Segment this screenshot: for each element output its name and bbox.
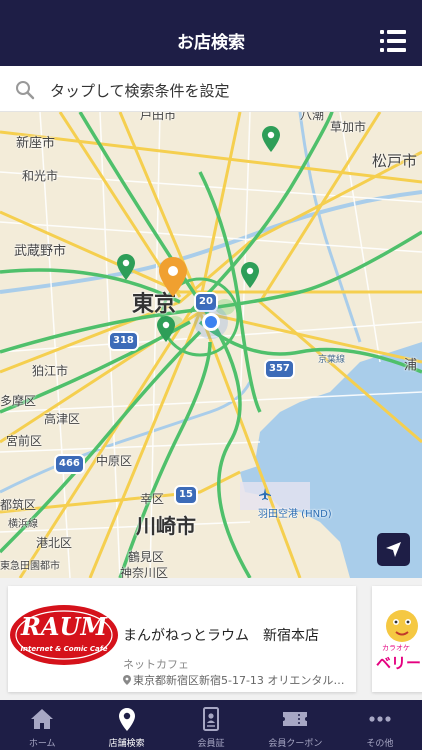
shop-address-text: 東京都新宿区新宿5-17-13 オリエンタルビル	[133, 674, 353, 687]
route-shield: 466	[54, 454, 85, 474]
route-shield: 15	[174, 485, 198, 505]
app-header: お店検索	[0, 0, 422, 66]
shop-address: 東京都新宿区新宿5-17-13 オリエンタルビル	[123, 672, 353, 688]
route-shield: 318	[108, 331, 139, 351]
route-shield: 20	[194, 292, 218, 312]
map-pin-icon	[118, 708, 135, 731]
map-label: 宮前区	[6, 434, 43, 448]
shop-card[interactable]: RAUM Internet & Comic Cafe まんがねっとラウム 新宿本…	[8, 586, 356, 692]
selected-shop-pin-icon[interactable]	[159, 257, 187, 297]
tab-member-coupon[interactable]: 会員クーポン	[253, 700, 337, 750]
shop-pin-icon[interactable]	[157, 316, 175, 342]
map-label: 狛江市	[32, 364, 69, 378]
shop-logo-next-top: カラオケ	[382, 644, 410, 652]
page-title: お店検索	[177, 33, 245, 53]
map-label: 和光市	[22, 169, 59, 183]
menu-icon[interactable]	[380, 30, 406, 52]
map-view[interactable]: 戸田市 八潮 草加市 新座市 和光市 松戸市 武蔵野市 東京 狛江市 多摩区 高…	[0, 112, 422, 578]
search-placeholder: タップして検索条件を設定	[50, 82, 230, 100]
search-icon	[16, 81, 35, 100]
shop-logo-subtext: Internet & Comic Cafe	[20, 645, 107, 653]
tab-home[interactable]: ホーム	[0, 700, 84, 750]
map-label: 戸田市	[140, 112, 177, 122]
tab-other[interactable]: その他	[338, 700, 422, 750]
coupon-icon	[283, 712, 308, 726]
current-location-dot	[202, 313, 220, 331]
shop-card-next[interactable]: カラオケ ベリー	[372, 586, 422, 692]
map-label: 幸区	[140, 492, 165, 506]
map-label: 草加市	[330, 120, 367, 134]
shop-pin-icon[interactable]	[241, 262, 259, 288]
map-label: 浦	[404, 358, 418, 373]
shop-card-carousel[interactable]: RAUM Internet & Comic Cafe まんがねっとラウム 新宿本…	[0, 578, 422, 700]
map-label: 港北区	[36, 536, 73, 550]
map-label: 中原区	[96, 454, 133, 468]
tab-member-card[interactable]: 会員証	[169, 700, 253, 750]
navigation-arrow-icon	[386, 542, 401, 557]
map-label: 八潮	[300, 112, 325, 122]
tab-label: 会員クーポン	[268, 739, 323, 749]
map-label-airport: 羽田空港 (HND)	[258, 509, 332, 520]
shop-category: ネットカフェ	[123, 658, 189, 671]
home-icon	[31, 709, 54, 729]
route-shield: 357	[264, 359, 295, 379]
tab-label: ホーム	[28, 739, 56, 749]
shop-logo: RAUM Internet & Comic Cafe	[10, 605, 118, 665]
my-location-button[interactable]	[377, 533, 410, 566]
shop-logo-next: カラオケ ベリー	[376, 610, 421, 672]
map-canvas	[0, 112, 422, 578]
tab-shop-search[interactable]: 店舗検索	[84, 700, 168, 750]
tab-label: 店舗検索	[108, 739, 145, 749]
shop-pin-icon[interactable]	[262, 126, 280, 152]
shop-pin-icon[interactable]	[117, 254, 135, 280]
map-label: 東急田園都市	[0, 561, 60, 572]
shop-logo-next-brand: ベリー	[376, 654, 421, 672]
map-label: 武蔵野市	[14, 244, 67, 259]
map-label: 横浜線	[8, 519, 38, 530]
shop-logo-text: RAUM	[20, 612, 108, 641]
map-label: 都筑区	[0, 498, 37, 512]
location-pin-icon	[123, 675, 131, 685]
search-bar[interactable]: タップして検索条件を設定	[0, 66, 422, 112]
map-label: 新座市	[16, 136, 56, 151]
map-label: 神奈川区	[120, 566, 169, 578]
shop-name: まんがねっとラウム 新宿本店	[123, 628, 319, 644]
map-label: 松戸市	[372, 152, 418, 170]
tab-label: 会員証	[197, 739, 225, 749]
more-icon	[369, 716, 391, 722]
map-label: 鶴見区	[128, 550, 165, 564]
airplane-icon	[259, 488, 271, 500]
member-card-icon	[203, 707, 220, 731]
map-label: 高津区	[44, 412, 81, 426]
bottom-tab-bar: ホーム 店舗検索 会員証 会員クーポン その他	[0, 700, 422, 750]
map-label: 多摩区	[0, 394, 37, 408]
tab-label: その他	[366, 739, 394, 749]
map-label-kawasaki: 川崎市	[136, 514, 196, 538]
map-label: 京葉線	[318, 355, 346, 365]
